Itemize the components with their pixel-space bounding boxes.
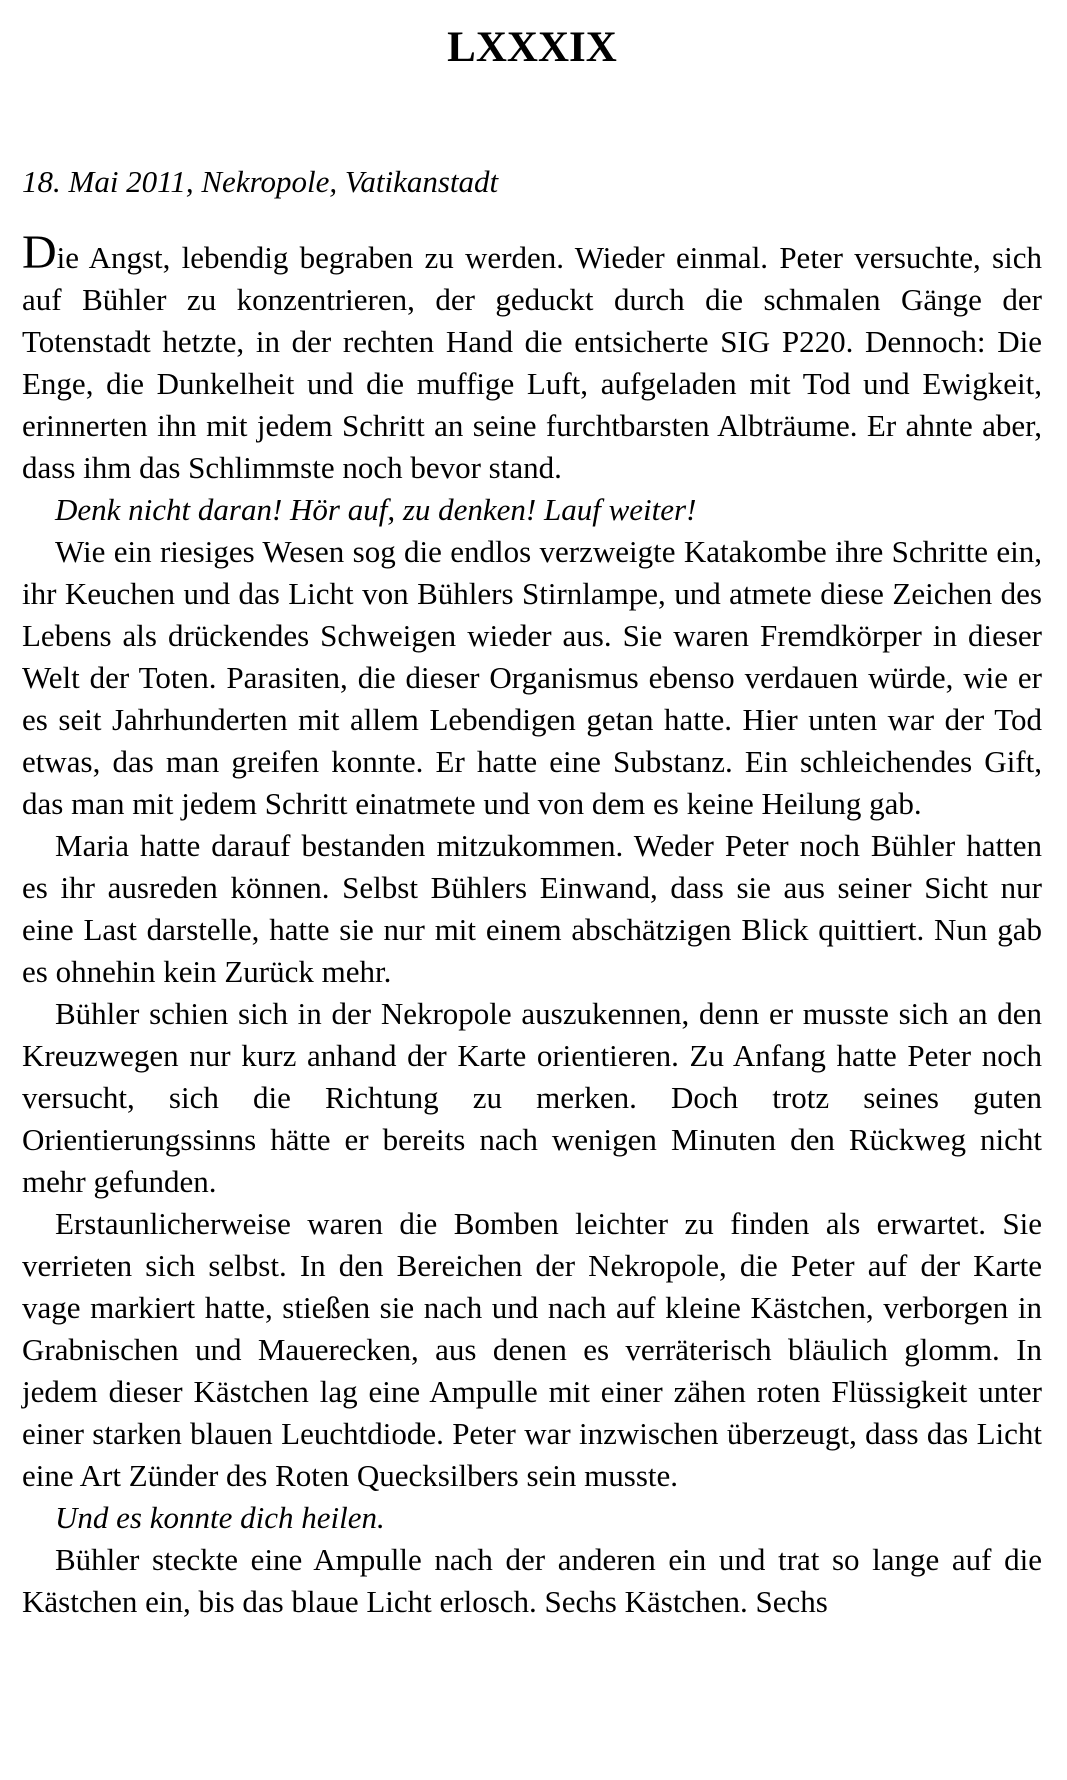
paragraph-2-thought: Denk nicht daran! Hör auf, zu denken! La… <box>55 492 697 527</box>
chapter-body: Die Angst, lebendig begraben zu werden. … <box>22 229 1042 1623</box>
paragraph-7-thought: Und es konnte dich heilen. <box>55 1500 385 1535</box>
paragraph-4: Maria hatte darauf bestanden mitzukommen… <box>22 828 1042 989</box>
chapter-title: LXXXIX <box>447 24 617 71</box>
chapter-dateline: 18. Mai 2011, Nekropole, Vatikanstadt <box>22 164 499 199</box>
paragraph-8: Bühler steckte eine Ampulle nach der and… <box>22 1542 1042 1619</box>
paragraph-3: Wie ein riesiges Wesen sog die endlos ve… <box>22 534 1042 821</box>
paragraph-1: Die Angst, lebendig begraben zu werden. … <box>22 229 1042 489</box>
paragraph-1-text: ie Angst, lebendig begraben zu werden. W… <box>22 240 1042 485</box>
drop-initial: D <box>22 226 57 279</box>
paragraph-6: Erstaunlicherweise waren die Bomben leic… <box>22 1206 1042 1493</box>
paragraph-5: Bühler schien sich in der Nekropole ausz… <box>22 996 1042 1199</box>
book-page: LXXXIX 18. Mai 2011, Nekropole, Vatikans… <box>22 0 1042 1623</box>
